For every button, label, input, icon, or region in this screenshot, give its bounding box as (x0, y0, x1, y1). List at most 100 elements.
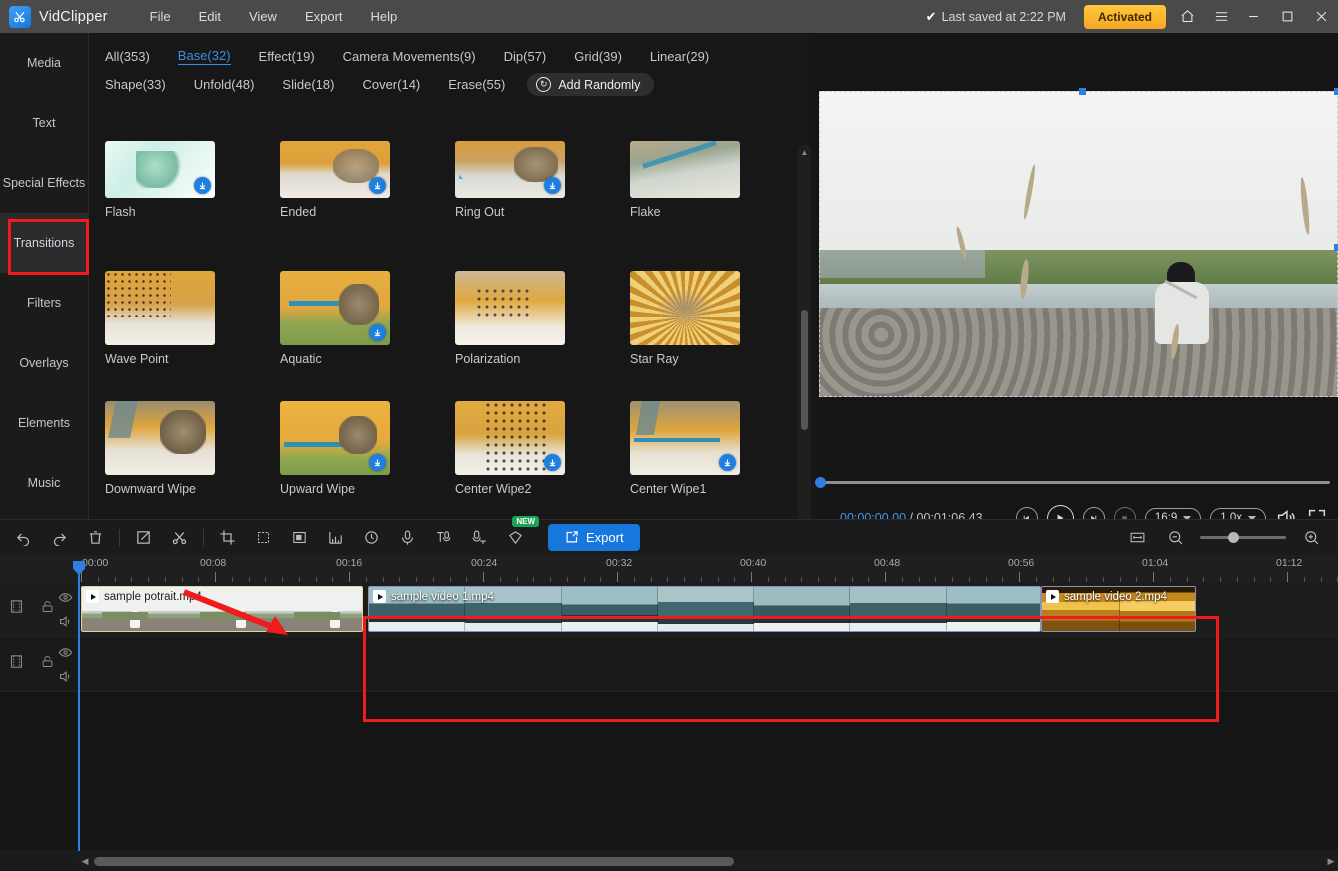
zoom-in-icon[interactable] (1298, 525, 1324, 551)
close-icon[interactable] (1306, 2, 1336, 32)
delete-icon[interactable] (82, 525, 108, 551)
transition-item[interactable]: Aquatic (280, 271, 455, 401)
transition-item[interactable]: Downward Wipe (105, 401, 280, 531)
menu-edit[interactable]: Edit (185, 5, 235, 28)
sidebar-item-elements[interactable]: Elements (0, 393, 88, 453)
category-camera-movements[interactable]: Camera Movements(9) (343, 48, 476, 65)
auto-highlight-icon[interactable]: NEW (502, 515, 539, 551)
category-slide[interactable]: Slide(18) (282, 76, 334, 93)
zoom-slider-knob[interactable] (1228, 532, 1239, 543)
download-icon[interactable] (369, 454, 386, 471)
download-icon[interactable] (544, 454, 561, 471)
text-to-speech-icon[interactable] (430, 525, 456, 551)
category-shape[interactable]: Shape(33) (105, 76, 166, 93)
audio-levels-icon[interactable] (322, 525, 348, 551)
transition-thumbnail[interactable] (630, 141, 740, 198)
menu-export[interactable]: Export (291, 5, 357, 28)
transition-thumbnail[interactable] (455, 271, 565, 345)
activated-badge[interactable]: Activated (1083, 4, 1166, 29)
lock-icon[interactable] (40, 599, 55, 619)
minimize-icon[interactable] (1238, 2, 1268, 32)
voiceover-mic-icon[interactable] (394, 525, 420, 551)
category-erase[interactable]: Erase(55) (448, 76, 505, 93)
transition-thumbnail[interactable] (105, 141, 215, 198)
eye-icon[interactable] (58, 590, 73, 605)
crop-icon[interactable] (214, 525, 240, 551)
transition-item[interactable]: Flash (105, 141, 280, 271)
lock-icon[interactable] (40, 654, 55, 674)
transition-thumbnail[interactable] (455, 401, 565, 475)
speed-clock-icon[interactable] (358, 525, 384, 551)
transition-thumbnail[interactable] (105, 401, 215, 475)
sidebar-item-media[interactable]: Media (0, 33, 88, 93)
transition-thumbnail[interactable] (630, 401, 740, 475)
menu-help[interactable]: Help (357, 5, 412, 28)
sidebar-item-special-effects[interactable]: Special Effects (0, 153, 88, 213)
sidebar-item-overlays[interactable]: Overlays (0, 333, 88, 393)
transition-thumbnail[interactable] (280, 141, 390, 198)
transition-item[interactable]: Wave Point (105, 271, 280, 401)
sidebar-item-text[interactable]: Text (0, 93, 88, 153)
timeline-horizontal-scrollbar[interactable]: ◀ ▶ (78, 854, 1338, 868)
track-row[interactable] (0, 637, 1338, 692)
menu-view[interactable]: View (235, 5, 291, 28)
menu-file[interactable]: File (136, 5, 185, 28)
download-icon[interactable] (544, 177, 561, 194)
horizontal-scrollbar-thumb[interactable] (94, 856, 734, 866)
export-button[interactable]: Export (548, 524, 640, 551)
transitions-scrollbar[interactable]: ▲ ▼ (798, 145, 811, 545)
eye-icon[interactable] (58, 645, 73, 660)
transition-thumbnail[interactable] (630, 271, 740, 345)
scroll-left-arrow-icon[interactable]: ◀ (78, 856, 92, 867)
download-icon[interactable] (194, 177, 211, 194)
redo-icon[interactable] (46, 525, 72, 551)
transition-thumbnail[interactable] (280, 401, 390, 475)
category-cover[interactable]: Cover(14) (362, 76, 420, 93)
preview-progress-bar[interactable] (815, 477, 1338, 488)
category-unfold[interactable]: Unfold(48) (194, 76, 255, 93)
sidebar-item-transitions[interactable]: Transitions (0, 213, 88, 273)
transition-item[interactable]: Upward Wipe (280, 401, 455, 531)
home-icon[interactable] (1174, 2, 1200, 32)
scroll-right-arrow-icon[interactable]: ▶ (1324, 856, 1338, 867)
speech-to-text-icon[interactable] (466, 525, 492, 551)
transition-item[interactable]: Center Wipe1 (630, 401, 805, 531)
progress-track[interactable] (823, 481, 1330, 484)
timeline-clip[interactable]: sample video 1.mp4 (368, 586, 1041, 632)
sidebar-item-music[interactable]: Music (0, 453, 88, 513)
category-base[interactable]: Base(32) (177, 47, 231, 65)
scroll-up-arrow-icon[interactable]: ▲ (798, 145, 811, 159)
add-randomly-button[interactable]: ↻ Add Randomly (527, 73, 655, 96)
category-linear[interactable]: Linear(29) (650, 48, 709, 65)
maximize-icon[interactable] (1272, 2, 1302, 32)
transition-thumbnail[interactable] (280, 271, 390, 345)
category-all[interactable]: All(353) (105, 48, 150, 65)
download-icon[interactable] (369, 324, 386, 341)
category-effect[interactable]: Effect(19) (259, 48, 315, 65)
scrollbar-thumb[interactable] (801, 310, 808, 430)
video-preview[interactable] (819, 91, 1338, 397)
transition-item[interactable]: Center Wipe2 (455, 401, 630, 531)
undo-icon[interactable] (10, 525, 36, 551)
track-row[interactable]: sample potrait.mp4 sample video 1.mp4 sa… (0, 582, 1338, 637)
sidebar-item-filters[interactable]: Filters (0, 273, 88, 333)
zoom-slider[interactable] (1200, 532, 1286, 543)
hamburger-menu-icon[interactable] (1208, 2, 1234, 32)
progress-knob[interactable] (815, 477, 826, 488)
transition-item[interactable]: Star Ray (630, 271, 805, 401)
speaker-icon[interactable] (58, 669, 73, 684)
zoom-out-icon[interactable] (1162, 525, 1188, 551)
category-grid[interactable]: Grid(39) (574, 48, 622, 65)
edit-icon[interactable] (130, 525, 156, 551)
transition-item[interactable]: Polarization (455, 271, 630, 401)
download-icon[interactable] (719, 454, 736, 471)
transition-thumbnail[interactable] (105, 271, 215, 345)
transition-item[interactable]: Flake (630, 141, 805, 271)
transition-item[interactable]: Ended (280, 141, 455, 271)
split-scissors-icon[interactable] (166, 525, 192, 551)
playhead[interactable] (73, 561, 85, 851)
transitions-grid-scroll[interactable]: Flash Ended Ring Out Flake Wave Point Aq… (89, 141, 815, 547)
fit-timeline-icon[interactable] (1124, 525, 1150, 551)
timeline-clip[interactable]: sample video 2.mp4 (1041, 586, 1196, 632)
speaker-icon[interactable] (58, 614, 73, 629)
